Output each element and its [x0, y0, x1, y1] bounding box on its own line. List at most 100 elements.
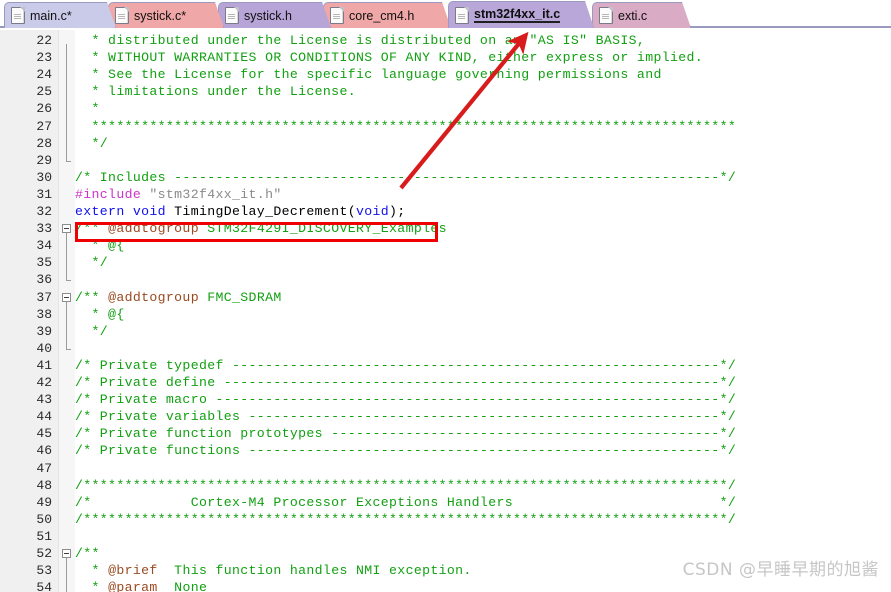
editor-tab-stm32f4xx_itc[interactable]: stm32f4xx_it.c — [448, 1, 594, 28]
line-number: 29 — [36, 152, 52, 168]
line-number: 22 — [36, 33, 52, 48]
code-text: */ — [75, 135, 108, 152]
code-token: * — [75, 580, 109, 592]
code-text: /* Private functions -------------------… — [75, 442, 736, 459]
code-token: * @{ — [75, 306, 125, 322]
code-line[interactable]: 45 /* Private function prototypes -------… — [0, 425, 891, 442]
code-line[interactable]: 49 /* Cortex-M4 Processor Exceptions Hand… — [0, 494, 891, 511]
line-number: 24 — [36, 67, 52, 83]
code-text: * distributed under the License is distr… — [75, 32, 645, 49]
code-token: /* Private function prototypes ---------… — [75, 426, 737, 442]
fold-toggle-icon[interactable] — [62, 292, 71, 302]
code-text: * @{ — [75, 306, 125, 323]
code-line[interactable]: 22 * distributed under the License is di… — [0, 32, 891, 49]
code-token: ****************************************… — [75, 118, 737, 134]
code-text: #include "stm32f4xx_it.h" — [75, 186, 282, 203]
line-number: 52 — [36, 546, 52, 561]
fold-guide-line — [66, 557, 67, 592]
code-line[interactable]: 34 * @{ — [0, 237, 891, 254]
code-editor-window: main.c* systick.c* systick.h core_cm4.h stm3… — [0, 0, 891, 592]
code-token: /* Private macro -----------------------… — [75, 392, 737, 408]
fold-guide-line — [66, 232, 67, 281]
code-line[interactable]: 42 /* Private define --------------------… — [0, 374, 891, 391]
line-number: 46 — [36, 443, 52, 459]
code-line[interactable]: 35 */ — [0, 254, 891, 271]
editor-tab-systickh[interactable]: systick.h — [218, 2, 331, 28]
code-editor-area[interactable]: 22 * distributed under the License is di… — [0, 30, 891, 592]
editor-tab-mainc[interactable]: main.c* — [4, 2, 116, 28]
code-text: /* Includes ----------------------------… — [75, 169, 736, 186]
code-token: void — [355, 204, 390, 219]
code-text: */ — [75, 323, 108, 340]
code-text: /***************************************… — [75, 511, 736, 528]
code-line[interactable]: 25 * limitations under the License. — [0, 83, 891, 100]
code-token: /* Private typedef ---------------------… — [75, 357, 737, 373]
code-token: @brief — [108, 563, 158, 579]
code-line[interactable]: 50 /*************************************… — [0, 511, 891, 528]
code-token: /* Includes ----------------------------… — [75, 169, 737, 185]
line-number: 53 — [36, 563, 52, 579]
code-token: * @{ — [75, 238, 125, 254]
editor-tab-label: systick.c* — [134, 8, 187, 23]
code-line[interactable]: 26 * — [0, 100, 891, 117]
code-token: /* Private define ----------------------… — [75, 375, 737, 390]
editor-tab-label: stm32f4xx_it.c — [474, 7, 561, 21]
code-line[interactable]: 44 /* Private variables -----------------… — [0, 408, 891, 425]
code-line[interactable]: 28 */ — [0, 135, 891, 152]
code-token: This function handles NMI exception. — [157, 563, 472, 579]
code-line[interactable]: 43 /* Private macro ---------------------… — [0, 391, 891, 408]
code-line[interactable]: 46 /* Private functions -----------------… — [0, 442, 891, 459]
editor-tab-extic[interactable]: exti.c — [592, 2, 691, 28]
c-file-icon — [11, 7, 25, 24]
code-lines[interactable]: 22 * distributed under the License is di… — [0, 30, 891, 592]
editor-tab-systickc[interactable]: systick.c* — [108, 2, 224, 28]
code-line[interactable]: 24 * See the License for the specific la… — [0, 66, 891, 83]
code-line[interactable]: 31 #include "stm32f4xx_it.h" — [0, 186, 891, 203]
line-number: 41 — [36, 357, 52, 373]
code-line[interactable]: 48 /*************************************… — [0, 477, 891, 494]
code-line[interactable]: 36 — [0, 271, 891, 288]
code-line[interactable]: 23 * WITHOUT WARRANTIES OR CONDITIONS OF… — [0, 49, 891, 66]
code-line[interactable]: 40 — [0, 340, 891, 357]
fold-guide-end — [66, 160, 71, 162]
code-token: @addtogroup — [108, 289, 199, 305]
line-number: 54 — [36, 580, 52, 592]
code-text: extern void TimingDelay_Decrement(void); — [75, 203, 406, 220]
code-token: * distributed under the License is distr… — [75, 33, 646, 48]
fold-toggle-icon[interactable] — [62, 224, 71, 234]
code-line[interactable]: 51 — [0, 528, 891, 545]
code-token: /* Cortex-M4 Processor Exceptions Handle… — [75, 494, 737, 510]
line-number: 42 — [36, 375, 52, 390]
code-line[interactable]: 47 — [0, 460, 891, 477]
c-file-icon — [115, 7, 129, 24]
code-token: * — [75, 101, 100, 117]
code-line[interactable]: 37 /** @addtogroup FMC_SDRAM — [0, 289, 891, 306]
code-text: */ — [75, 254, 108, 271]
code-text: * @param None — [75, 579, 207, 592]
code-text: /** @addtogroup FMC_SDRAM — [75, 289, 282, 306]
code-line[interactable]: 39 */ — [0, 323, 891, 340]
code-token: */ — [75, 135, 109, 151]
line-number: 28 — [36, 135, 52, 151]
line-number: 39 — [36, 323, 52, 339]
code-line[interactable]: 27 *************************************… — [0, 118, 891, 135]
code-line[interactable]: 54 * @param None — [0, 579, 891, 592]
code-line[interactable]: 38 * @{ — [0, 306, 891, 323]
line-number: 27 — [36, 118, 52, 134]
code-token: * — [75, 563, 109, 579]
line-number: 43 — [36, 392, 52, 408]
code-line[interactable]: 41 /* Private typedef -------------------… — [0, 357, 891, 374]
line-number: 51 — [36, 528, 52, 544]
code-token: extern void — [75, 204, 175, 219]
fold-toggle-icon[interactable] — [62, 549, 71, 558]
line-number: 48 — [36, 477, 52, 493]
code-line[interactable]: 30 /* Includes --------------------------… — [0, 169, 891, 186]
line-number: 23 — [36, 50, 52, 66]
line-number: 37 — [36, 289, 52, 305]
fold-guide-end — [66, 348, 71, 350]
editor-tab-core_cm4h[interactable]: core_cm4.h — [323, 2, 451, 28]
code-line[interactable]: 29 — [0, 152, 891, 169]
code-line[interactable]: 32 extern void TimingDelay_Decrement(void… — [0, 203, 891, 220]
code-line[interactable]: 33 /** @addtogroup STM32F429I_DISCOVERY_E… — [0, 220, 891, 237]
code-text: * — [75, 100, 100, 117]
